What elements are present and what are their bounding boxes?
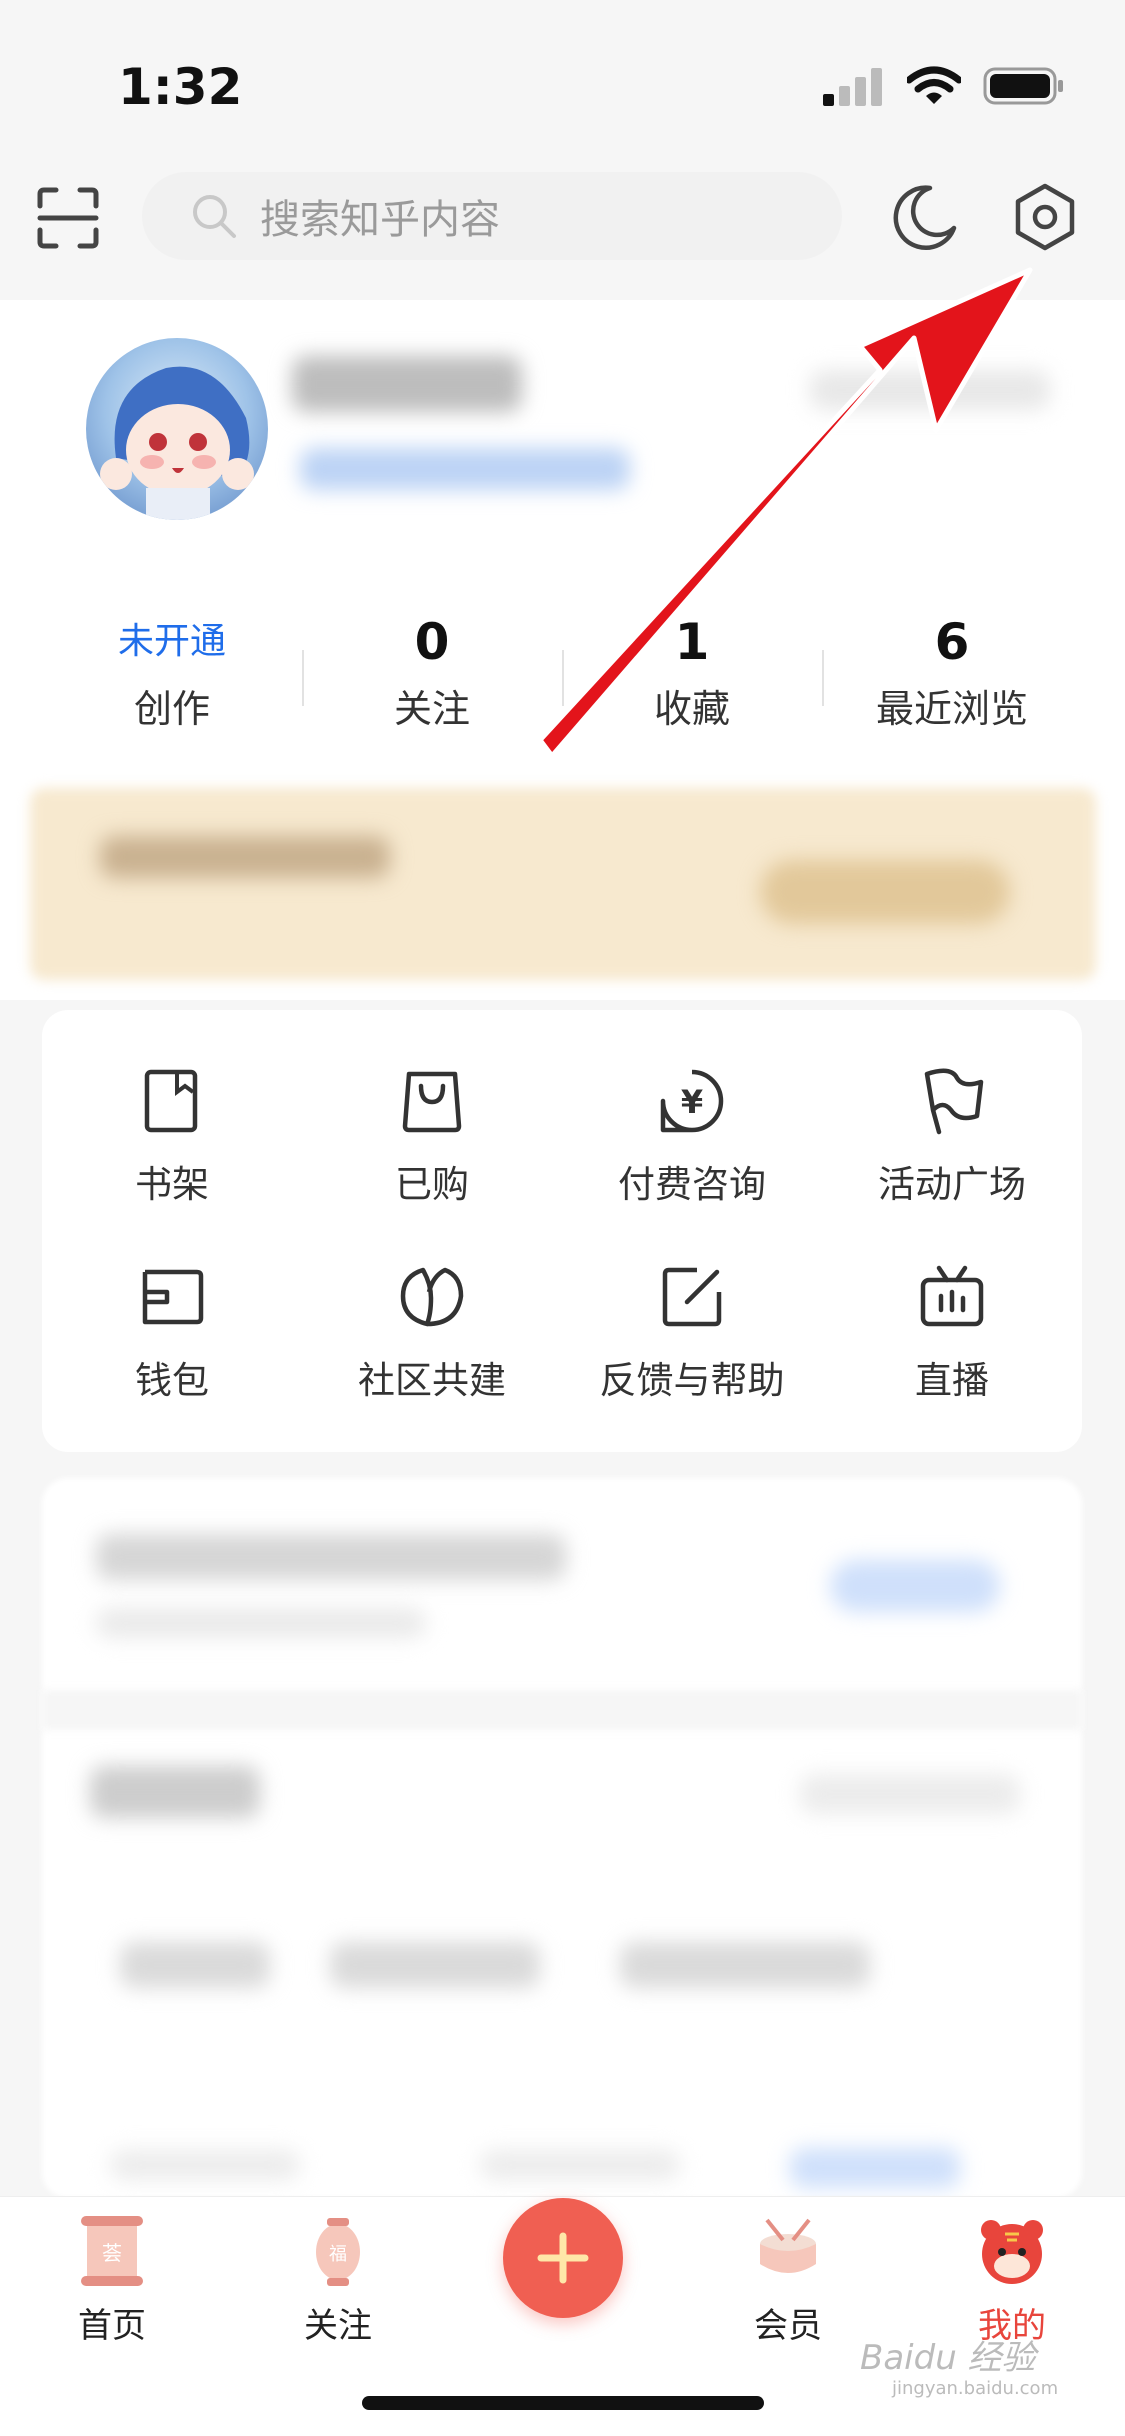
shortcut-label: 社区共建 <box>358 1359 506 1402</box>
status-icons <box>823 66 1065 106</box>
svg-text:¥: ¥ <box>681 1083 703 1121</box>
blurred-line <box>110 2150 300 2180</box>
avatar[interactable] <box>86 338 268 520</box>
shortcut-live[interactable]: 直播 <box>822 1262 1082 1404</box>
shortcut-purchased[interactable]: 已购 <box>302 1066 562 1208</box>
tab-me[interactable]: 我的 <box>942 2210 1082 2347</box>
watermark: Baidu 经验 <box>860 2338 1036 2378</box>
svg-text:福: 福 <box>329 2244 347 2265</box>
drum-icon <box>760 2218 816 2273</box>
stat-creation[interactable]: 未开通 创作 <box>62 612 282 733</box>
shortcut-wallet[interactable]: 钱包 <box>42 1262 302 1404</box>
blurred-chip <box>330 1942 540 1988</box>
lantern-icon: 福 <box>316 2218 360 2286</box>
banner-button-blurred <box>760 860 1010 924</box>
stat-label: 创作 <box>133 687 210 731</box>
tv-icon <box>920 1265 984 1327</box>
leaf-icon <box>400 1267 464 1327</box>
shortcut-activity[interactable]: 活动广场 <box>822 1066 1082 1208</box>
search-bar[interactable]: 搜索知乎内容 <box>142 172 842 260</box>
shortcut-label: 活动广场 <box>878 1163 1026 1206</box>
tab-label: 首页 <box>78 2306 146 2346</box>
blurred-line <box>96 1534 566 1580</box>
stat-value: 未开通 <box>117 621 226 662</box>
blurred-button <box>830 1560 1000 1612</box>
battery-icon <box>983 67 1063 105</box>
shortcut-label: 书架 <box>135 1163 209 1206</box>
bookshelf-icon <box>144 1069 198 1133</box>
shopping-bag-icon <box>402 1071 462 1133</box>
banner-title-blurred <box>100 836 390 878</box>
shortcut-feedback[interactable]: 反馈与帮助 <box>562 1262 822 1404</box>
create-button[interactable] <box>503 2198 623 2318</box>
svg-text:荟: 荟 <box>102 2241 122 2265</box>
shortcut-paid-consult[interactable]: ¥ 付费咨询 <box>562 1066 822 1208</box>
shortcut-label: 钱包 <box>135 1359 209 1402</box>
watermark-url: jingyan.baidu.com <box>892 2378 1059 2399</box>
divider <box>302 650 304 706</box>
tiger-icon <box>981 2220 1043 2284</box>
signal-icon <box>823 68 882 106</box>
blurred-button <box>790 2148 960 2188</box>
edit-icon <box>662 1267 722 1327</box>
blurred-line <box>480 2150 680 2180</box>
tab-following[interactable]: 福 关注 <box>268 2210 408 2347</box>
night-mode-icon[interactable] <box>890 182 960 252</box>
blurred-separator <box>42 1690 1082 1730</box>
shortcut-label: 已购 <box>395 1163 469 1206</box>
wallet-icon <box>142 1269 204 1325</box>
paid-consult-icon: ¥ <box>660 1069 724 1133</box>
shortcut-label: 反馈与帮助 <box>599 1359 785 1402</box>
shortcut-bookshelf[interactable]: 书架 <box>42 1066 302 1208</box>
shortcut-label: 直播 <box>915 1359 989 1402</box>
scroll-icon: 荟 <box>81 2216 143 2286</box>
tab-label: 会员 <box>754 2306 822 2346</box>
scan-icon[interactable] <box>36 186 100 250</box>
blurred-heading <box>90 1766 260 1818</box>
status-time: 1:32 <box>118 58 243 116</box>
annotation-arrow-icon <box>537 267 1033 759</box>
shortcut-label: 付费咨询 <box>618 1163 766 1206</box>
settings-gear-icon[interactable] <box>1010 182 1080 252</box>
plus-icon <box>537 2232 589 2284</box>
wifi-icon <box>907 66 961 104</box>
shortcut-community[interactable]: 社区共建 <box>302 1262 562 1404</box>
tab-label: 关注 <box>304 2306 372 2346</box>
home-indicator <box>362 2396 764 2410</box>
blurred-chip <box>120 1942 270 1988</box>
blurred-line <box>96 1608 426 1638</box>
blurred-link <box>800 1774 1020 1814</box>
blurred-chip <box>620 1942 870 1988</box>
search-placeholder: 搜索知乎内容 <box>260 197 500 243</box>
search-icon <box>193 195 236 238</box>
tab-membership[interactable]: 会员 <box>718 2210 858 2347</box>
tab-home[interactable]: 荟 首页 <box>42 2210 182 2347</box>
username-blurred <box>292 356 522 412</box>
flag-icon <box>924 1068 984 1135</box>
